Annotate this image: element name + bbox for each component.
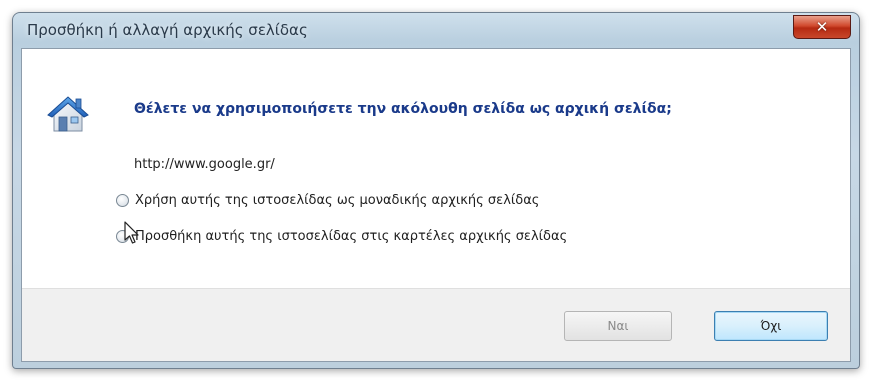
- radio-option-add-to-home-tabs[interactable]: Προσθήκη αυτής της ιστοσελίδας στις καρτ…: [116, 229, 567, 244]
- confirmation-question: Θέλετε να χρησιμοποιήσετε την ακόλουθη σ…: [134, 101, 672, 117]
- radio-option-label[interactable]: Χρήση αυτής της ιστοσελίδας ως μοναδικής…: [135, 193, 539, 208]
- close-icon: ✕: [815, 17, 829, 36]
- no-button[interactable]: Όχι: [714, 311, 828, 341]
- radio-button[interactable]: [116, 194, 129, 207]
- radio-option-label[interactable]: Προσθήκη αυτής της ιστοσελίδας στις καρτ…: [135, 229, 567, 244]
- dialog-content: Θέλετε να χρησιμοποιήσετε την ακόλουθη σ…: [22, 49, 850, 291]
- close-button[interactable]: ✕: [793, 15, 851, 39]
- dialog-client-area: Θέλετε να χρησιμοποιήσετε την ακόλουθη σ…: [21, 48, 851, 362]
- radio-button[interactable]: [116, 230, 129, 243]
- button-bar: Ναι Όχι: [22, 288, 850, 361]
- home-page-url: http://www.google.gr/: [134, 157, 275, 172]
- home-page-icon: [47, 96, 89, 132]
- window-title: Προσθήκη ή αλλαγή αρχικής σελίδας: [27, 21, 308, 39]
- yes-button[interactable]: Ναι: [564, 311, 672, 341]
- title-bar[interactable]: Προσθήκη ή αλλαγή αρχικής σελίδας ✕: [13, 13, 859, 49]
- dialog-window: Προσθήκη ή αλλαγή αρχικής σελίδας ✕ Θέλε…: [12, 12, 860, 369]
- screen: Προσθήκη ή αλλαγή αρχικής σελίδας ✕ Θέλε…: [0, 0, 872, 381]
- radio-option-single-home-page[interactable]: Χρήση αυτής της ιστοσελίδας ως μοναδικής…: [116, 193, 539, 208]
